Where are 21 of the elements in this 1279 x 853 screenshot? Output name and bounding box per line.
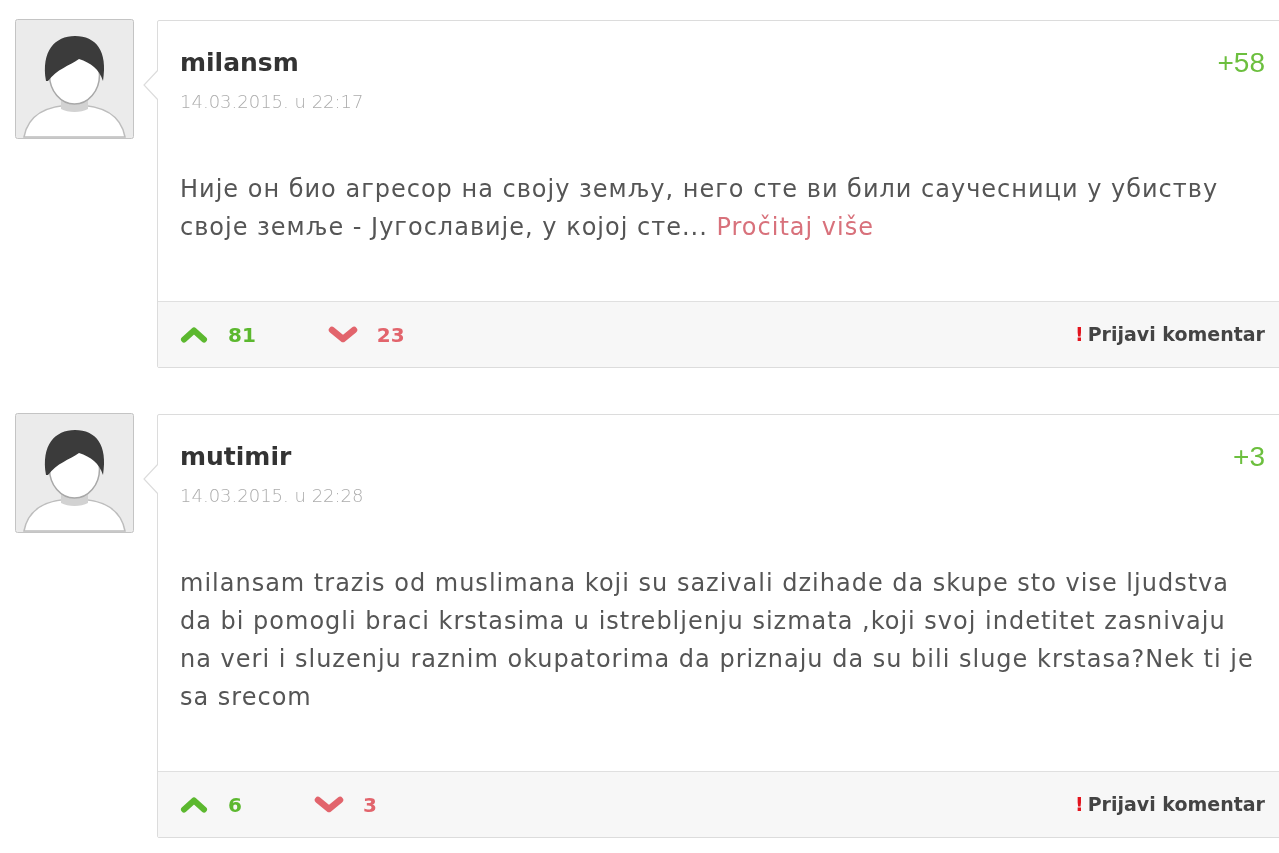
username: mutimir (180, 441, 293, 473)
chevron-up-icon (180, 796, 208, 813)
chevron-down-icon (327, 326, 358, 343)
report-button[interactable]: ! Prijavi komentar (1075, 320, 1265, 349)
report-button[interactable]: ! Prijavi komentar (1075, 790, 1265, 819)
avatar-silhouette-icon (15, 413, 134, 533)
comment-date: 14.03.2015. u 22:28 (180, 484, 364, 508)
upvote-button[interactable]: 81 (180, 319, 256, 350)
upvote-button[interactable]: 6 (180, 789, 242, 820)
comment-text: Није он био агресор на своју земљу, него сте ви били саучесници у убиству своје земље - Југославије, у којој сте... Pročitaj više (180, 174, 1220, 243)
downvote-button[interactable]: 23 (327, 319, 405, 350)
comment-score: +58 (1217, 47, 1265, 79)
read-more-link[interactable]: Pročitaj više (716, 213, 874, 241)
comment-score: +3 (1233, 441, 1265, 473)
comment-date: 14.03.2015. u 22:17 (180, 90, 364, 114)
chevron-down-icon (313, 796, 344, 813)
comment-text: milansam trazis od muslimana koji su sazivali dzihade da skupe sto vise ljudstva da bi pomogli braci krstasima u istrebljenju sizmata ,koji svoj indetitet zasnivaju na veri i sluzenju raznim okupatorima da priznaju da su bili sluge krstasa?Nek ti je sa srecom (180, 568, 1255, 713)
downvote-button[interactable]: 3 (313, 789, 377, 820)
avatar-silhouette-icon (15, 19, 134, 139)
chevron-up-icon (180, 326, 208, 343)
username: milansm (180, 47, 300, 79)
